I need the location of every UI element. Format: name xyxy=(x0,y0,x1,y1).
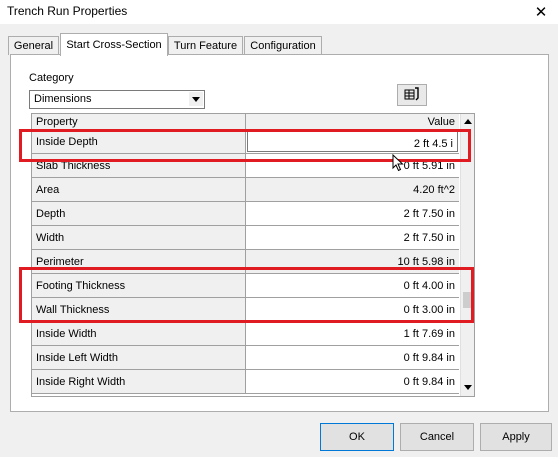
property-value: 0 ft 9.84 in xyxy=(403,376,455,388)
row-inside-depth[interactable]: Inside Depth 2 ft 4.5 i xyxy=(32,130,459,154)
category-value: Dimensions xyxy=(34,93,92,105)
scroll-thumb[interactable] xyxy=(463,292,473,308)
window-title: Trench Run Properties xyxy=(7,4,128,18)
row-wall-thickness[interactable]: Wall Thickness 0 ft 3.00 in xyxy=(32,298,459,322)
table-edit-icon xyxy=(404,86,420,104)
property-name: Inside Depth xyxy=(36,136,98,148)
row-perimeter[interactable]: Perimeter 10 ft 5.98 in xyxy=(32,250,459,274)
cancel-button[interactable]: Cancel xyxy=(400,423,474,451)
property-grid: Property Value Inside Depth 2 ft 4.5 i S… xyxy=(31,113,475,397)
scroll-down-button[interactable] xyxy=(461,380,474,394)
chevron-down-icon xyxy=(189,92,203,106)
grid-header: Property Value xyxy=(32,114,459,130)
property-value: 0 ft 9.84 in xyxy=(403,352,455,364)
property-name: Wall Thickness xyxy=(36,304,110,316)
tab-turn-feature[interactable]: Turn Feature xyxy=(168,36,243,55)
ok-button[interactable]: OK xyxy=(320,423,394,451)
property-name: Width xyxy=(36,232,65,244)
mouse-cursor-icon xyxy=(392,154,404,172)
row-area[interactable]: Area 4.20 ft^2 xyxy=(32,178,459,202)
row-depth[interactable]: Depth 2 ft 7.50 in xyxy=(32,202,459,226)
value-edit-field[interactable]: 2 ft 4.5 i xyxy=(247,131,458,152)
property-value: 4.20 ft^2 xyxy=(413,184,455,196)
property-value: 0 ft 5.91 in xyxy=(403,160,455,172)
property-value: 1 ft 7.69 in xyxy=(403,328,455,340)
row-footing-thickness[interactable]: Footing Thickness 0 ft 4.00 in xyxy=(32,274,459,298)
property-name: Depth xyxy=(36,208,66,220)
tab-panel: Category Dimensions Property Value Insid… xyxy=(10,54,549,412)
property-name: Slab Thickness xyxy=(36,160,111,172)
property-value: 2 ft 7.50 in xyxy=(403,208,455,220)
chevron-down-icon xyxy=(464,383,472,392)
grid-scrollbar[interactable] xyxy=(460,114,474,396)
scroll-up-button[interactable] xyxy=(461,114,474,128)
property-name: Inside Right Width xyxy=(36,376,126,388)
row-inside-left-width[interactable]: Inside Left Width 0 ft 9.84 in xyxy=(32,346,459,370)
header-property: Property xyxy=(36,116,78,128)
property-value: 0 ft 4.00 in xyxy=(403,280,455,292)
property-name: Footing Thickness xyxy=(36,280,126,292)
property-value: 2 ft 7.50 in xyxy=(403,232,455,244)
category-select[interactable]: Dimensions xyxy=(29,90,205,109)
tab-configuration[interactable]: Configuration xyxy=(244,36,322,55)
chevron-up-icon xyxy=(464,117,472,126)
row-width[interactable]: Width 2 ft 7.50 in xyxy=(32,226,459,250)
header-value: Value xyxy=(427,116,455,128)
property-value: 0 ft 3.00 in xyxy=(403,304,455,316)
property-name: Inside Left Width xyxy=(36,352,118,364)
row-inside-width[interactable]: Inside Width 1 ft 7.69 in xyxy=(32,322,459,346)
category-label: Category xyxy=(29,72,74,84)
tab-start-cross-section[interactable]: Start Cross-Section xyxy=(60,33,168,56)
property-name: Perimeter xyxy=(36,256,84,268)
title-bar: Trench Run Properties ✕ xyxy=(0,0,558,24)
property-value: 10 ft 5.98 in xyxy=(397,256,456,268)
property-name: Inside Width xyxy=(36,328,97,340)
property-name: Area xyxy=(36,184,60,196)
tab-general[interactable]: General xyxy=(8,36,59,55)
table-edit-button[interactable] xyxy=(397,84,427,106)
close-button[interactable]: ✕ xyxy=(526,1,556,22)
close-icon: ✕ xyxy=(534,3,548,21)
row-inside-right-width[interactable]: Inside Right Width 0 ft 9.84 in xyxy=(32,370,459,394)
apply-button[interactable]: Apply xyxy=(480,423,552,451)
